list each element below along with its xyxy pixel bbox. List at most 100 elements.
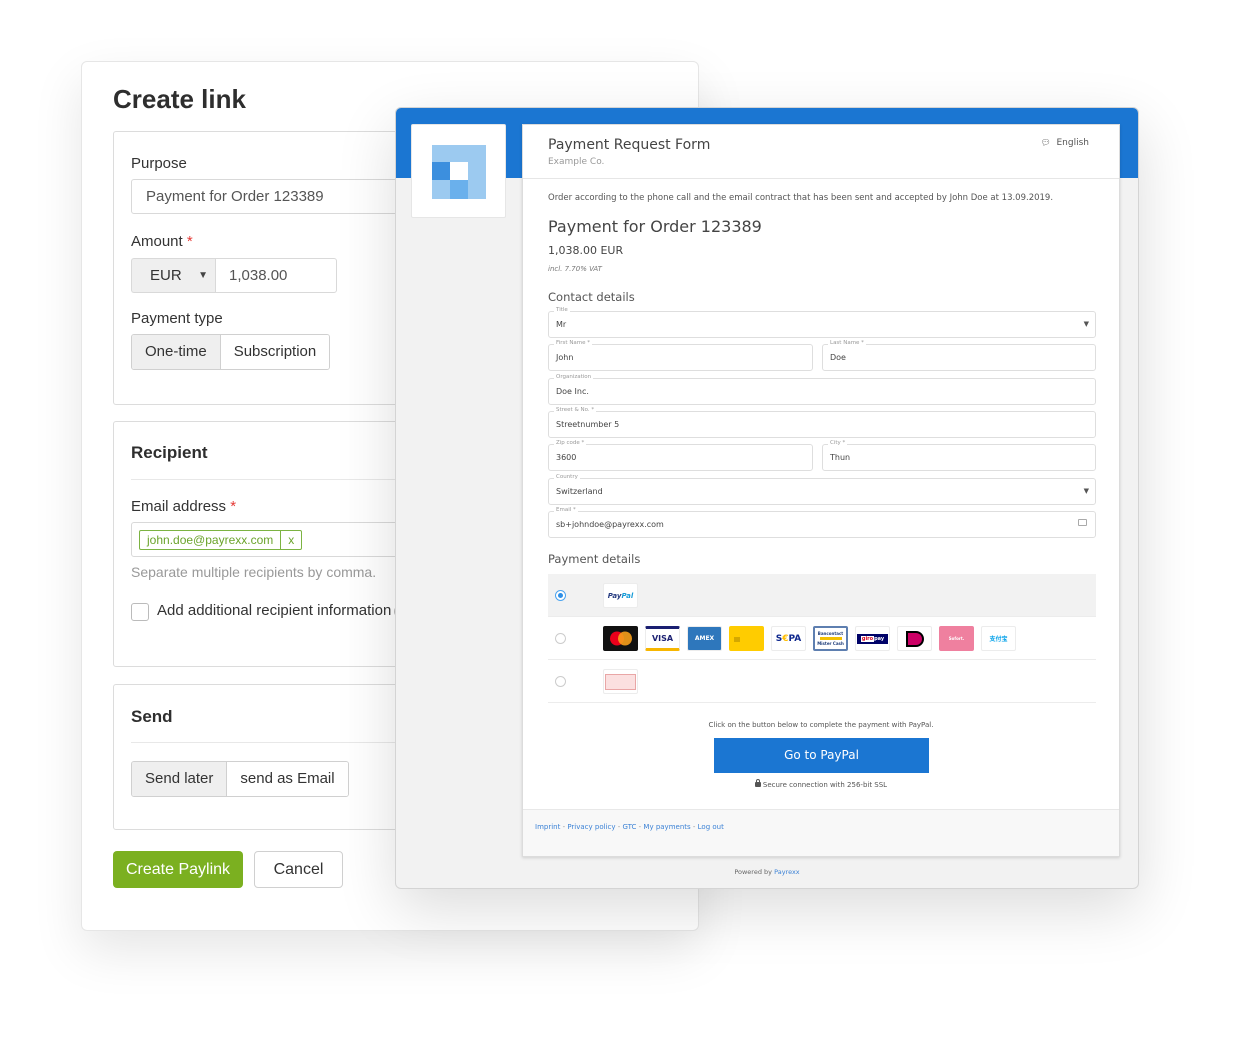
- street-field[interactable]: Street & No. * Streetnumber 5: [548, 407, 1096, 438]
- logo: [411, 124, 506, 218]
- radio-selected[interactable]: [555, 590, 566, 601]
- divider: [523, 178, 1119, 179]
- cancel-button[interactable]: Cancel: [254, 851, 343, 888]
- field-value: Doe Inc.: [556, 387, 589, 396]
- go-to-paypal-button[interactable]: Go to PayPal: [714, 738, 929, 773]
- email-hint: Separate multiple recipients by comma.: [131, 564, 377, 580]
- payment-instruction: Click on the button below to complete th…: [708, 721, 934, 729]
- field-value: Switzerland: [556, 487, 603, 496]
- payment-type-toggle: One-time Subscription: [131, 334, 331, 370]
- contact-heading: Contact details: [548, 290, 635, 304]
- mastercard-logo-icon: [603, 626, 638, 651]
- field-value: John: [556, 353, 574, 362]
- first-name-field[interactable]: First Name * John: [548, 340, 813, 371]
- email-field[interactable]: Email * sb+johndoe@payrexx.com: [548, 507, 1096, 538]
- payment-form-preview: Payment Request Form Example Co. 💬︎ Engl…: [395, 107, 1139, 889]
- gtc-link[interactable]: GTC: [623, 823, 637, 831]
- required-mark: *: [186, 233, 193, 250]
- organization-field[interactable]: Organization Doe Inc.: [548, 374, 1096, 405]
- payrexx-logo-icon: [432, 145, 486, 199]
- speech-bubble-icon: 💬︎: [1040, 138, 1051, 147]
- payment-method-paypal[interactable]: Pay Pal: [548, 574, 1096, 617]
- city-field[interactable]: City * Thun: [822, 440, 1096, 471]
- field-label: Zip code *: [554, 440, 587, 446]
- field-label: City *: [828, 440, 848, 446]
- additional-info-label[interactable]: Add additional recipient informationi: [157, 602, 408, 619]
- email-tag-value: john.doe@payrexx.com: [147, 533, 274, 547]
- title-select[interactable]: Title Mr ▼: [548, 307, 1096, 338]
- payment-method-invoice[interactable]: [548, 660, 1096, 703]
- company-name: Example Co.: [548, 157, 605, 167]
- additional-info-checkbox[interactable]: [131, 603, 149, 621]
- zip-field[interactable]: Zip code * 3600: [548, 440, 813, 471]
- field-value: Doe: [830, 353, 846, 362]
- sofort-logo-icon: Sofort.: [939, 626, 974, 651]
- payment-heading: Payment details: [548, 552, 641, 566]
- last-name-field[interactable]: Last Name * Doe: [822, 340, 1096, 371]
- field-label: Street & No. *: [554, 407, 597, 413]
- form-footer: Imprint - Privacy policy - GTC - My paym…: [523, 809, 1119, 856]
- giropay-logo-icon: giropay: [855, 626, 890, 651]
- log-out-link[interactable]: Log out: [698, 823, 724, 831]
- caret-down-icon: ▼: [198, 270, 208, 281]
- order-title: Payment for Order 123389: [548, 217, 762, 236]
- field-value: Mr: [556, 320, 567, 329]
- email-label: Email address *: [131, 498, 237, 515]
- amex-logo-icon: AMEX: [687, 626, 722, 651]
- envelope-icon: [1078, 519, 1087, 526]
- field-label: Organization: [554, 374, 594, 380]
- vat-note: incl. 7.70% VAT: [548, 265, 602, 273]
- send-email-option[interactable]: send as Email: [227, 762, 348, 796]
- paypal-logo-icon: Pay Pal: [603, 583, 638, 608]
- method-logos: Pay Pal: [603, 583, 638, 608]
- footer-links: Imprint - Privacy policy - GTC - My paym…: [535, 823, 724, 831]
- purpose-label: Purpose: [131, 155, 187, 172]
- amount-input[interactable]: 1,038.00: [215, 258, 337, 293]
- ideal-logo-icon: [897, 626, 932, 651]
- my-payments-link[interactable]: My payments: [643, 823, 690, 831]
- radio-unselected[interactable]: [555, 633, 566, 644]
- method-logos: [603, 669, 638, 694]
- currency-value: EUR: [150, 267, 182, 284]
- create-paylink-button[interactable]: Create Paylink: [113, 851, 243, 888]
- field-value: 3600: [556, 453, 577, 462]
- required-mark: *: [230, 498, 237, 515]
- sepa-logo-icon: S € PA: [771, 626, 806, 651]
- currency-select[interactable]: EUR ▼: [131, 258, 216, 293]
- order-note: Order according to the phone call and th…: [548, 193, 1054, 203]
- imprint-link[interactable]: Imprint: [535, 823, 560, 831]
- secure-connection-note: Secure connection with 256-bit SSL: [523, 779, 1119, 789]
- send-heading: Send: [131, 707, 173, 726]
- language-selector[interactable]: 💬︎ English: [1041, 138, 1089, 148]
- page-title: Create link: [113, 84, 246, 114]
- amount-label: Amount *: [131, 233, 193, 250]
- field-label: Country: [554, 474, 580, 480]
- send-toggle: Send later send as Email: [131, 761, 349, 797]
- payment-method-cards[interactable]: VISA AMEX S € PA Bancontact Mister Cash gir…: [548, 617, 1096, 660]
- field-label: Title: [554, 307, 570, 313]
- send-later-option[interactable]: Send later: [132, 762, 228, 796]
- payment-type-label: Payment type: [131, 310, 223, 327]
- form-title: Payment Request Form: [548, 137, 711, 153]
- postfinance-logo-icon: [729, 626, 764, 651]
- field-label: Last Name *: [828, 340, 866, 346]
- payment-type-one-time[interactable]: One-time: [132, 335, 221, 369]
- payrexx-link[interactable]: Payrexx: [774, 868, 800, 876]
- lock-icon: [754, 779, 761, 787]
- privacy-policy-link[interactable]: Privacy policy: [567, 823, 615, 831]
- field-value: sb+johndoe@payrexx.com: [556, 520, 664, 529]
- country-select[interactable]: Country Switzerland ▼: [548, 474, 1096, 505]
- powered-by: Powered by Payrexx: [734, 868, 800, 876]
- payment-form-card: Payment Request Form Example Co. 💬︎ Engl…: [522, 124, 1120, 857]
- radio-unselected[interactable]: [555, 676, 566, 687]
- order-amount: 1,038.00 EUR: [548, 244, 624, 257]
- remove-tag-button[interactable]: x: [280, 531, 301, 549]
- field-label: Email *: [554, 507, 578, 513]
- field-label: First Name *: [554, 340, 593, 346]
- alipay-logo-icon: 支付宝: [981, 626, 1016, 651]
- field-value: Thun: [830, 453, 851, 462]
- email-tag: john.doe@payrexx.com x: [139, 530, 303, 550]
- payment-type-subscription[interactable]: Subscription: [220, 335, 330, 369]
- visa-logo-icon: VISA: [645, 626, 680, 651]
- caret-down-icon: ▼: [1083, 320, 1089, 328]
